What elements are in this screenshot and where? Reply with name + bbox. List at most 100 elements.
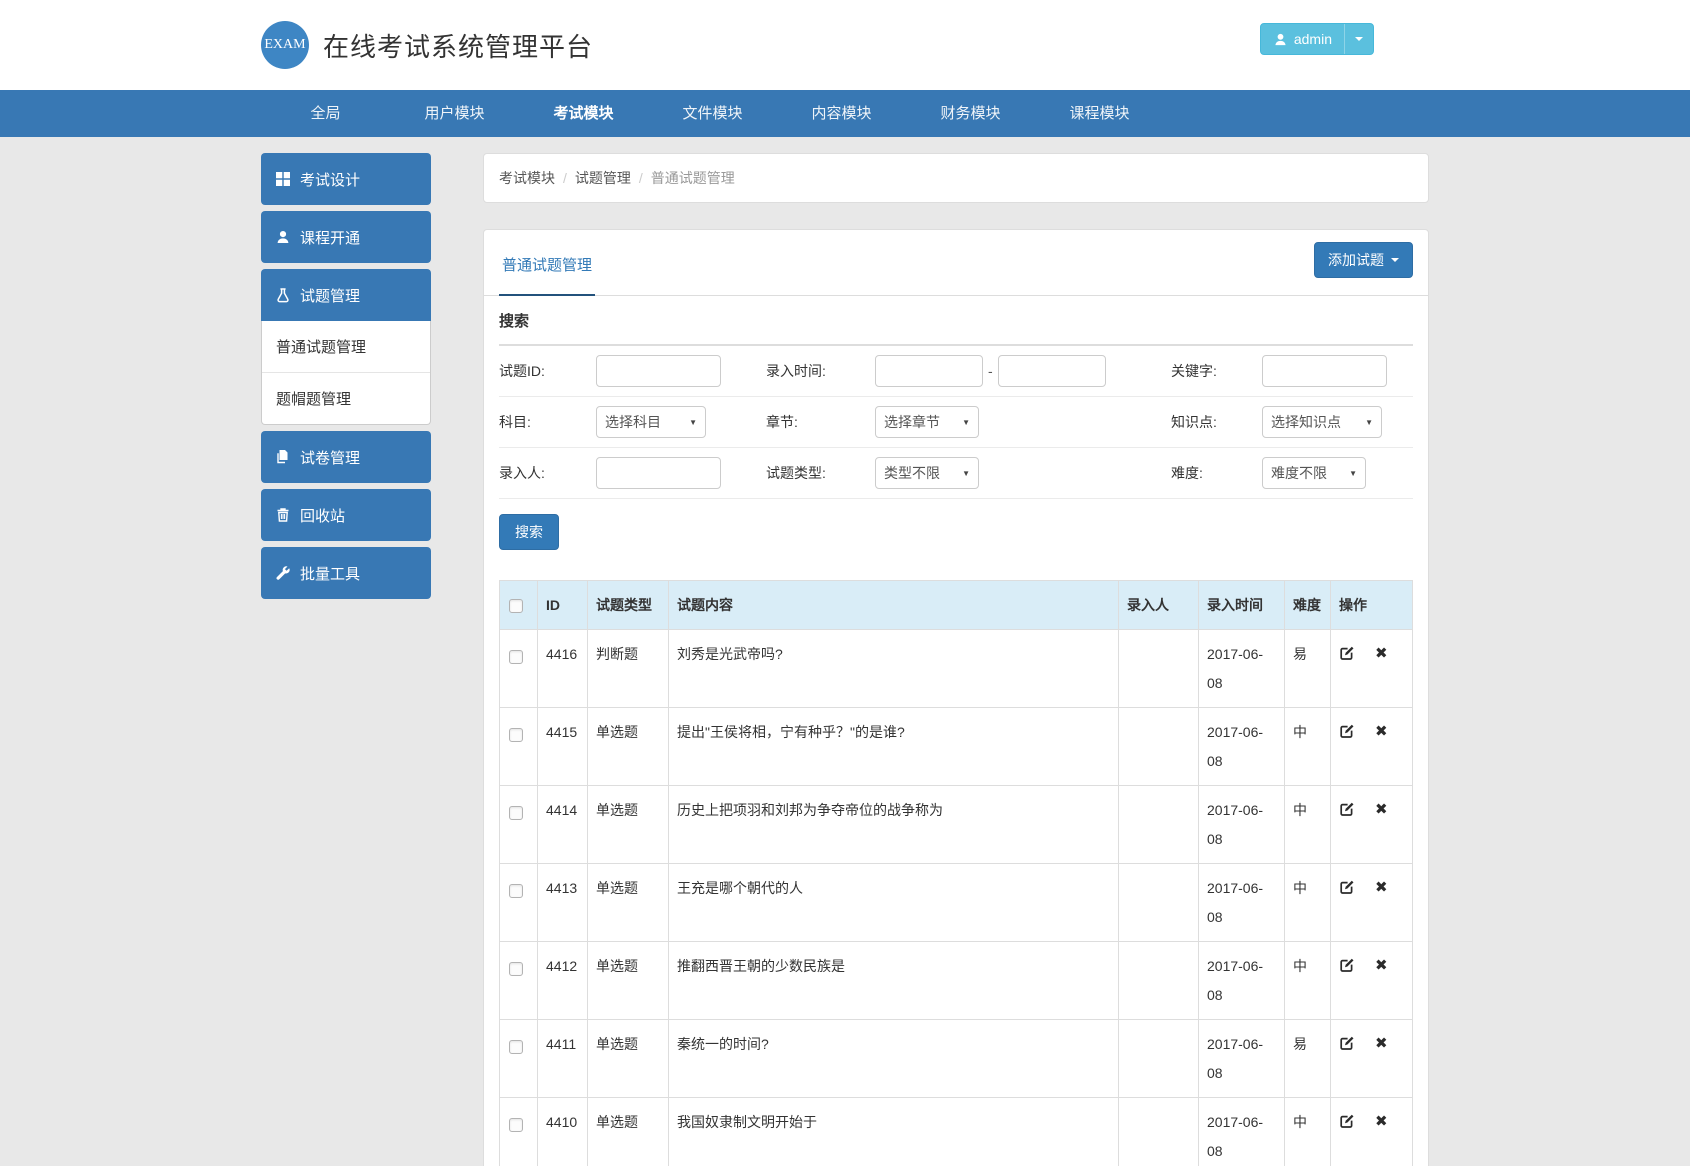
table-row: 4411 单选题 秦统一的时间? 2017-06-08 易 ✖: [499, 1019, 1413, 1098]
sidebar-item-batch-tools[interactable]: 批量工具: [261, 547, 431, 599]
cell-difficulty: 中: [1284, 1097, 1331, 1166]
cell-difficulty: 中: [1284, 785, 1331, 864]
recorder-input[interactable]: [596, 457, 721, 489]
sidebar-item-course-open[interactable]: 课程开通: [261, 211, 431, 263]
col-header-time: 录入时间: [1198, 580, 1285, 630]
trash-icon: [275, 507, 291, 523]
row-checkbox[interactable]: [509, 650, 523, 665]
sidebar-subitem-cap-question[interactable]: 题帽题管理: [262, 372, 430, 424]
sidebar-subitem-normal-question[interactable]: 普通试题管理: [262, 321, 430, 372]
sidebar: 考试设计 课程开通 试题管理 普通试题管理 题帽题管理 试卷管理 回收站 批量工…: [261, 153, 431, 605]
edit-icon[interactable]: [1339, 879, 1355, 895]
cell-id: 4413: [537, 863, 588, 942]
nav-item-global[interactable]: 全局: [261, 90, 390, 137]
cell-type: 单选题: [587, 1097, 669, 1166]
row-checkbox[interactable]: [509, 1118, 523, 1133]
edit-icon[interactable]: [1339, 1113, 1355, 1129]
cell-content: 刘秀是光武帝吗?: [668, 629, 1119, 708]
sidebar-item-question-manage[interactable]: 试题管理: [261, 269, 431, 321]
delete-icon[interactable]: ✖: [1375, 724, 1388, 739]
difficulty-select[interactable]: 难度不限 ▼: [1262, 457, 1366, 489]
table-row: 4416 判断题 刘秀是光武帝吗? 2017-06-08 易 ✖: [499, 629, 1413, 708]
question-manage-submenu: 普通试题管理 题帽题管理: [261, 321, 431, 425]
breadcrumb-exam-module[interactable]: 考试模块: [499, 170, 555, 186]
col-header-ops: 操作: [1330, 580, 1413, 630]
cell-type: 单选题: [587, 707, 669, 786]
nav-item-content-module[interactable]: 内容模块: [777, 90, 906, 137]
breadcrumb-question-manage[interactable]: 试题管理: [575, 170, 631, 186]
delete-icon[interactable]: ✖: [1375, 1114, 1388, 1129]
row-checkbox[interactable]: [509, 1040, 523, 1055]
grid-icon: [275, 171, 291, 187]
knowledge-point-select[interactable]: 选择知识点 ▼: [1262, 406, 1382, 438]
nav-item-finance-module[interactable]: 财务模块: [906, 90, 1035, 137]
sidebar-item-recycle-bin[interactable]: 回收站: [261, 489, 431, 541]
search-section: 搜索 试题ID: 录入时间: - 关键字: 科目: 选择科目 ▼ 章节: 选择章…: [484, 296, 1428, 1166]
row-checkbox[interactable]: [509, 884, 523, 899]
delete-icon[interactable]: ✖: [1375, 1036, 1388, 1051]
cell-recorder: [1118, 785, 1199, 864]
top-header: EXAM 在线考试系统管理平台 admin: [0, 0, 1690, 90]
cell-id: 4416: [537, 629, 588, 708]
chapter-select[interactable]: 选择章节 ▼: [875, 406, 979, 438]
cell-type: 单选题: [587, 1019, 669, 1098]
delete-icon[interactable]: ✖: [1375, 802, 1388, 817]
cell-time: 2017-06-08: [1198, 863, 1285, 942]
nav-item-exam-module[interactable]: 考试模块: [519, 90, 648, 137]
entry-time-end-input[interactable]: [997, 355, 1106, 387]
edit-icon[interactable]: [1339, 1035, 1355, 1051]
edit-icon[interactable]: [1339, 723, 1355, 739]
table-row: 4412 单选题 推翻西晋王朝的少数民族是 2017-06-08 中 ✖: [499, 941, 1413, 1020]
tab-normal-question-manage[interactable]: 普通试题管理: [499, 254, 596, 296]
cell-time: 2017-06-08: [1198, 941, 1285, 1020]
search-heading: 搜索: [499, 296, 1413, 346]
delete-icon[interactable]: ✖: [1375, 958, 1388, 973]
row-checkbox[interactable]: [509, 806, 523, 821]
row-checkbox[interactable]: [509, 962, 523, 977]
table-header-row: ID 试题类型 试题内容 录入人 录入时间 难度 操作: [499, 580, 1413, 630]
question-type-select[interactable]: 类型不限 ▼: [875, 457, 979, 489]
row-checkbox[interactable]: [509, 728, 523, 743]
select-all-checkbox[interactable]: [509, 599, 523, 614]
cell-time: 2017-06-08: [1198, 629, 1285, 708]
cell-type: 单选题: [587, 785, 669, 864]
nav-item-course-module[interactable]: 课程模块: [1035, 90, 1164, 137]
user-dropdown-button[interactable]: admin: [1259, 23, 1374, 55]
col-header-recorder: 录入人: [1118, 580, 1199, 630]
nav-item-user-module[interactable]: 用户模块: [390, 90, 519, 137]
cell-recorder: [1118, 707, 1199, 786]
cell-content: 历史上把项羽和刘邦为争夺帝位的战争称为: [668, 785, 1119, 864]
main-panel: 普通试题管理 添加试题 搜索 试题ID: 录入时间: - 关键字: 科目: 选择…: [483, 229, 1429, 1166]
chevron-down-icon: ▼: [962, 417, 970, 427]
delete-icon[interactable]: ✖: [1375, 646, 1388, 661]
question-id-input[interactable]: [596, 355, 721, 387]
user-name: admin: [1293, 31, 1332, 47]
col-header-id: ID: [537, 580, 588, 630]
cell-content: 我国奴隶制文明开始于: [668, 1097, 1119, 1166]
edit-icon[interactable]: [1339, 957, 1355, 973]
chevron-down-icon: ▼: [689, 417, 697, 427]
delete-icon[interactable]: ✖: [1375, 880, 1388, 895]
edit-icon[interactable]: [1339, 801, 1355, 817]
user-button-main[interactable]: admin: [1261, 24, 1344, 54]
cell-difficulty: 中: [1284, 707, 1331, 786]
edit-icon[interactable]: [1339, 645, 1355, 661]
user-caret-segment[interactable]: [1344, 24, 1373, 54]
table-row: 4415 单选题 提出"王侯将相，宁有种乎？"的是谁? 2017-06-08 中…: [499, 707, 1413, 786]
chevron-down-icon: [1355, 37, 1363, 41]
nav-item-file-module[interactable]: 文件模块: [648, 90, 777, 137]
cell-difficulty: 易: [1284, 1019, 1331, 1098]
sidebar-item-exam-design[interactable]: 考试设计: [261, 153, 431, 205]
search-button[interactable]: 搜索: [499, 514, 559, 550]
sidebar-item-paper-manage[interactable]: 试卷管理: [261, 431, 431, 483]
chevron-down-icon: ▼: [962, 468, 970, 478]
cell-difficulty: 中: [1284, 863, 1331, 942]
entry-time-start-input[interactable]: [875, 355, 983, 387]
cell-recorder: [1118, 941, 1199, 1020]
col-header-difficulty: 难度: [1284, 580, 1331, 630]
cell-id: 4410: [537, 1097, 588, 1166]
keyword-input[interactable]: [1262, 355, 1387, 387]
add-question-button[interactable]: 添加试题: [1314, 242, 1413, 278]
col-header-content: 试题内容: [668, 580, 1119, 630]
subject-select[interactable]: 选择科目 ▼: [596, 406, 706, 438]
